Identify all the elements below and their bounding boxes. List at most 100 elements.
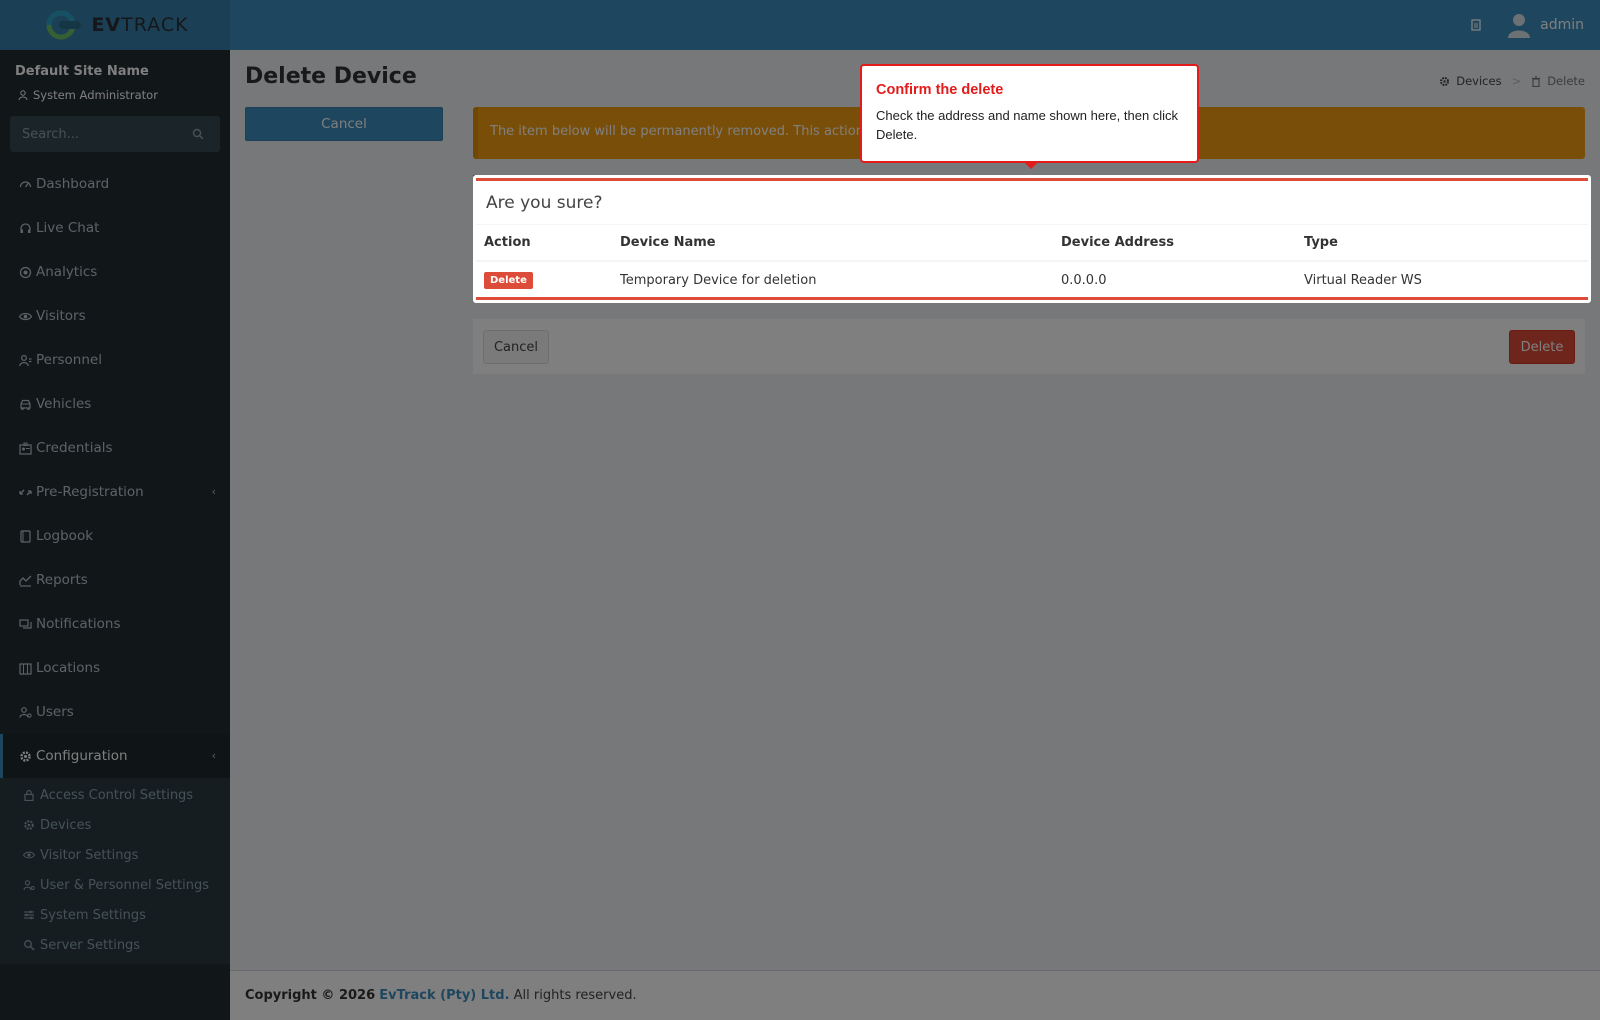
logo-text-bold: EV	[91, 14, 122, 36]
trash-icon	[1532, 75, 1541, 87]
site-name: Default Site Name	[15, 64, 149, 79]
sidebar-item-label: Logbook	[36, 528, 94, 544]
users-icon	[18, 705, 32, 719]
sidebar-item-visitors[interactable]: Visitors	[0, 294, 230, 338]
sidebar-item-vehicles[interactable]: Vehicles	[0, 382, 230, 426]
sidebar-item-label: Reports	[36, 572, 88, 588]
eye-icon	[22, 848, 36, 862]
top-navbar: admin	[230, 0, 1600, 50]
search-icon[interactable]	[192, 128, 204, 140]
sidebar-item-notifications[interactable]: Notifications	[0, 602, 230, 646]
sidebar-item-label: Pre-Registration	[36, 484, 144, 500]
gear-icon	[1440, 76, 1450, 86]
sidebar: Default Site Name System Administrator D…	[0, 50, 230, 1020]
sidebar-item-label: Locations	[36, 660, 101, 676]
column-header-type: Type	[1296, 225, 1588, 262]
logo-bar[interactable]: EVTRACK	[0, 0, 230, 50]
target-icon	[18, 265, 32, 279]
sidebar-item-label: Analytics	[36, 264, 98, 280]
server-icon	[22, 938, 36, 952]
submenu-item-access-control-settings[interactable]: Access Control Settings	[0, 780, 230, 810]
logo-text-rest: TRACK	[121, 14, 189, 36]
breadcrumb-delete: Delete	[1547, 74, 1585, 88]
submenu-item-label: Devices	[40, 817, 92, 833]
sidebar-item-label: Live Chat	[36, 220, 100, 236]
sidebar-item-label: Credentials	[36, 440, 113, 456]
user-role-label: System Administrator	[33, 88, 158, 102]
user-role: System Administrator	[18, 88, 158, 102]
sidebar-item-label: Users	[36, 704, 74, 720]
submenu-item-label: Server Settings	[40, 937, 141, 953]
sidebar-item-credentials[interactable]: Credentials	[0, 426, 230, 470]
sidebar-item-personnel[interactable]: Personnel	[0, 338, 230, 382]
car-icon	[18, 397, 32, 411]
sidebar-item-configuration[interactable]: Configuration ‹	[0, 734, 230, 778]
sidebar-item-analytics[interactable]: Analytics	[0, 250, 230, 294]
device-table: Action Device Name Device Address Type D…	[476, 225, 1588, 298]
arrows-icon	[18, 485, 32, 499]
person-icon	[18, 353, 32, 367]
sidebar-item-label: Personnel	[36, 352, 102, 368]
user-menu[interactable]: admin	[1508, 12, 1584, 38]
submenu-item-visitor-settings[interactable]: Visitor Settings	[0, 840, 230, 870]
sidebar-item-logbook[interactable]: Logbook	[0, 514, 230, 558]
sidebar-search	[10, 116, 220, 152]
sidebar-item-label: Dashboard	[36, 176, 110, 192]
sidebar-menu: Dashboard Live Chat Analytics Visitors P…	[0, 162, 230, 964]
search-input[interactable]	[22, 126, 192, 142]
copyright-suffix: All rights reserved.	[513, 988, 637, 1003]
sidebar-item-label: Notifications	[36, 616, 121, 632]
logo-mark-icon	[46, 10, 82, 40]
spotlight-highlight: Are you sure? Action Device Name Device …	[473, 175, 1591, 303]
sidebar-item-reports[interactable]: Reports	[0, 558, 230, 602]
sidebar-item-live-chat[interactable]: Live Chat	[0, 206, 230, 250]
sidebar-item-users[interactable]: Users	[0, 690, 230, 734]
column-header-device-name: Device Name	[612, 225, 1053, 262]
action-footer: Cancel Delete	[473, 318, 1585, 374]
map-icon	[18, 661, 32, 675]
user-name: admin	[1540, 17, 1584, 33]
breadcrumb-devices[interactable]: Devices	[1456, 74, 1501, 88]
building-icon[interactable]	[1470, 19, 1482, 31]
headset-icon	[18, 221, 32, 235]
delete-button[interactable]: Delete	[1509, 330, 1575, 364]
submenu-item-label: Visitor Settings	[40, 847, 139, 863]
column-header-device-address: Device Address	[1053, 225, 1296, 262]
submenu-item-user-personnel-settings[interactable]: User & Personnel Settings	[0, 870, 230, 900]
callout-arrow	[1024, 162, 1038, 169]
device-address-cell: 0.0.0.0	[1061, 272, 1107, 288]
breadcrumb: Devices > Delete	[1439, 74, 1585, 88]
avatar	[1508, 14, 1531, 38]
chevron-left-icon: ‹	[211, 749, 216, 762]
company-link[interactable]: EvTrack (Pty) Ltd.	[379, 988, 509, 1003]
cancel-button-top[interactable]: Cancel	[245, 107, 443, 141]
delete-badge[interactable]: Delete	[484, 271, 533, 289]
submenu-item-devices[interactable]: Devices	[0, 810, 230, 840]
chat-icon	[18, 617, 32, 631]
table-header-row: Action Device Name Device Address Type	[476, 225, 1588, 262]
dashboard-icon	[18, 177, 32, 191]
breadcrumb-separator: >	[1511, 74, 1522, 88]
tutorial-callout: Confirm the delete Check the address and…	[860, 64, 1199, 169]
logo-text: EVTRACK	[91, 14, 188, 36]
confirm-box-title: Are you sure?	[476, 181, 1588, 225]
sliders-icon	[22, 908, 36, 922]
callout-text: Check the address and name shown here, t…	[876, 108, 1179, 142]
submenu-item-server-settings[interactable]: Server Settings	[0, 930, 230, 960]
logo[interactable]: EVTRACK	[41, 10, 188, 40]
submenu-item-label: System Settings	[40, 907, 146, 923]
sidebar-item-label: Visitors	[36, 308, 86, 324]
sidebar-item-label: Configuration	[36, 748, 128, 764]
callout-title: Confirm the delete	[876, 82, 1004, 98]
sidebar-item-locations[interactable]: Locations	[0, 646, 230, 690]
submenu-item-system-settings[interactable]: System Settings	[0, 900, 230, 930]
sidebar-item-dashboard[interactable]: Dashboard	[0, 162, 230, 206]
page-footer: Copyright © 2026 EvTrack (Pty) Ltd. All …	[230, 970, 1600, 1020]
page-title: Delete Device	[245, 64, 417, 89]
submenu-item-label: Access Control Settings	[40, 787, 194, 803]
confirm-box: Are you sure? Action Device Name Device …	[476, 178, 1588, 300]
cancel-button[interactable]: Cancel	[483, 330, 549, 364]
book-icon	[18, 529, 32, 543]
sidebar-item-pre-registration[interactable]: Pre-Registration ‹	[0, 470, 230, 514]
configuration-submenu: Access Control Settings Devices Visitor …	[0, 778, 230, 964]
